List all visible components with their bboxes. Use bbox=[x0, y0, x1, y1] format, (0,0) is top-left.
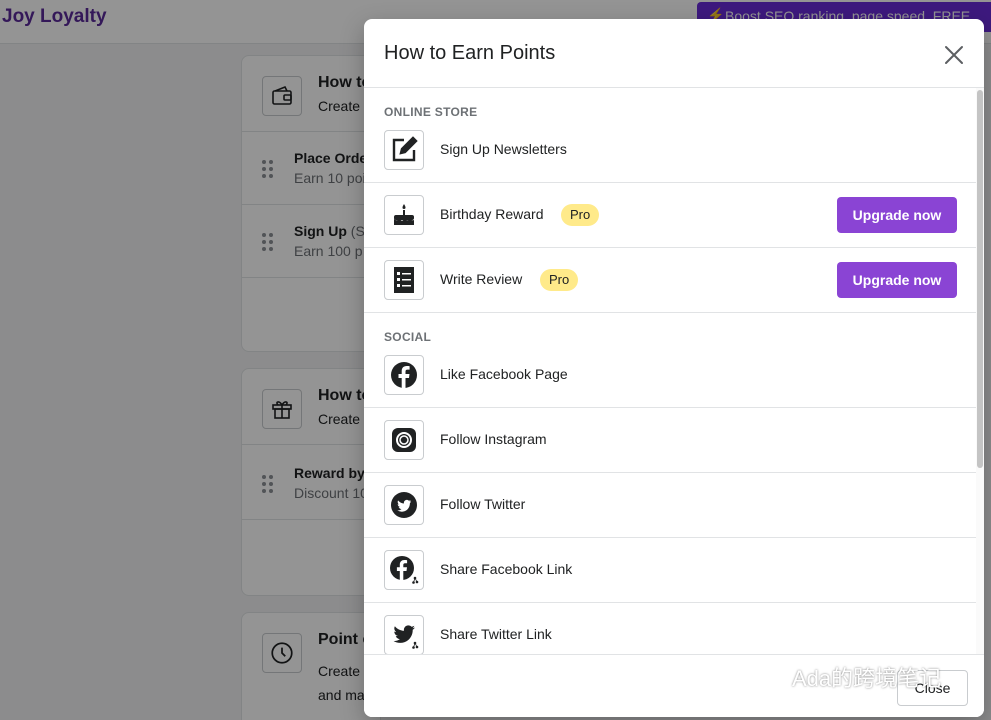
earn-option-label: Share Facebook Link bbox=[440, 561, 573, 577]
earn-option-facebook-like[interactable]: Like Facebook Page bbox=[364, 343, 977, 408]
watermark-text: Ada的跨境笔记 bbox=[792, 666, 942, 691]
cake-icon bbox=[384, 195, 424, 235]
earn-points-modal: How to Earn Points ONLINE STORE Sign Up … bbox=[364, 19, 984, 717]
watermark: Ada的跨境笔记 bbox=[748, 662, 941, 692]
earn-option-review[interactable]: Write Review Pro Upgrade now bbox=[364, 248, 977, 313]
earn-option-twitter[interactable]: Follow Twitter bbox=[364, 473, 977, 538]
wechat-icon bbox=[749, 667, 777, 687]
earn-option-label: Share Twitter Link bbox=[440, 626, 552, 642]
edit-icon bbox=[384, 130, 424, 170]
section-label-social: SOCIAL bbox=[384, 330, 432, 344]
earn-option-instagram[interactable]: Follow Instagram bbox=[364, 408, 977, 473]
facebook-share-icon bbox=[384, 550, 424, 590]
earn-option-label: Sign Up Newsletters bbox=[440, 141, 567, 157]
facebook-icon bbox=[384, 355, 424, 395]
review-list-icon bbox=[384, 260, 424, 300]
scrollbar-thumb[interactable] bbox=[977, 90, 983, 468]
earn-option-label: Like Facebook Page bbox=[440, 366, 568, 382]
modal-header: How to Earn Points bbox=[364, 19, 984, 88]
earn-option-label: Follow Instagram bbox=[440, 431, 547, 447]
upgrade-now-button[interactable]: Upgrade now bbox=[837, 262, 957, 298]
section-label-online-store: ONLINE STORE bbox=[384, 105, 478, 119]
pro-badge: Pro bbox=[540, 269, 579, 291]
instagram-icon bbox=[384, 420, 424, 460]
pro-badge: Pro bbox=[561, 204, 600, 226]
earn-option-label: Write Review bbox=[440, 271, 523, 287]
twitter-icon bbox=[384, 485, 424, 525]
earn-option-facebook-share[interactable]: Share Facebook Link bbox=[364, 538, 977, 603]
earn-option-birthday[interactable]: Birthday Reward Pro Upgrade now bbox=[364, 183, 977, 248]
modal-scrollbar[interactable] bbox=[976, 88, 984, 654]
earn-option-label: Birthday Reward bbox=[440, 206, 544, 222]
modal-title: How to Earn Points bbox=[384, 42, 556, 64]
earn-option-label: Follow Twitter bbox=[440, 496, 526, 512]
twitter-share-icon bbox=[384, 615, 424, 654]
upgrade-now-button[interactable]: Upgrade now bbox=[837, 197, 957, 233]
earn-option-newsletter[interactable]: Sign Up Newsletters bbox=[364, 118, 977, 183]
earn-option-twitter-share[interactable]: Share Twitter Link bbox=[364, 603, 977, 654]
modal-body[interactable]: ONLINE STORE Sign Up Newsletters Birthda… bbox=[364, 88, 984, 654]
close-icon[interactable] bbox=[940, 41, 968, 69]
